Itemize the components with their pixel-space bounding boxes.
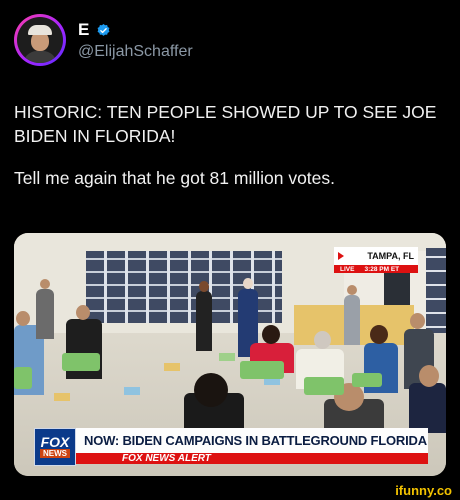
live-label: LIVE <box>340 265 355 273</box>
ifunny-watermark: ifunny.co <box>395 483 452 498</box>
live-time-bar: LIVE 3:28 PM ET <box>334 265 418 273</box>
speaker-figure <box>196 291 212 351</box>
alert-label: FOX NEWS ALERT <box>122 453 211 464</box>
news-chyron: FOX NEWS NOW: BIDEN CAMPAIGNS IN BATTLEG… <box>14 424 446 468</box>
post-header: E @ElijahSchaffer <box>14 14 193 66</box>
location-label: TAMPA, FL <box>334 247 418 265</box>
author-handle[interactable]: @ElijahSchaffer <box>78 43 193 61</box>
tweet-media-image[interactable]: TAMPA, FL LIVE 3:28 PM ET FOX NEWS NOW: … <box>14 233 446 476</box>
avatar-photo <box>17 17 63 63</box>
tweet-line-comment: Tell me again that he got 81 million vot… <box>14 168 336 188</box>
broadcast-time: 3:28 PM ET <box>364 265 400 273</box>
tweet-line-headline: HISTORIC: TEN PEOPLE SHOWED UP TO SEE JO… <box>14 102 437 146</box>
verified-badge-icon <box>97 23 110 36</box>
author-display-name[interactable]: E <box>78 20 90 40</box>
author-info: E @ElijahSchaffer <box>78 19 193 61</box>
avatar[interactable] <box>14 14 66 66</box>
location-arrow-icon <box>338 252 344 260</box>
fox-news-logo-icon: FOX NEWS <box>34 428 76 466</box>
tweet-text: HISTORIC: TEN PEOPLE SHOWED UP TO SEE JO… <box>14 100 444 208</box>
post-screen: { "author": { "display_name": "E", "hand… <box>0 0 460 500</box>
chyron-headline: NOW: BIDEN CAMPAIGNS IN BATTLEGROUND FLO… <box>76 428 428 453</box>
